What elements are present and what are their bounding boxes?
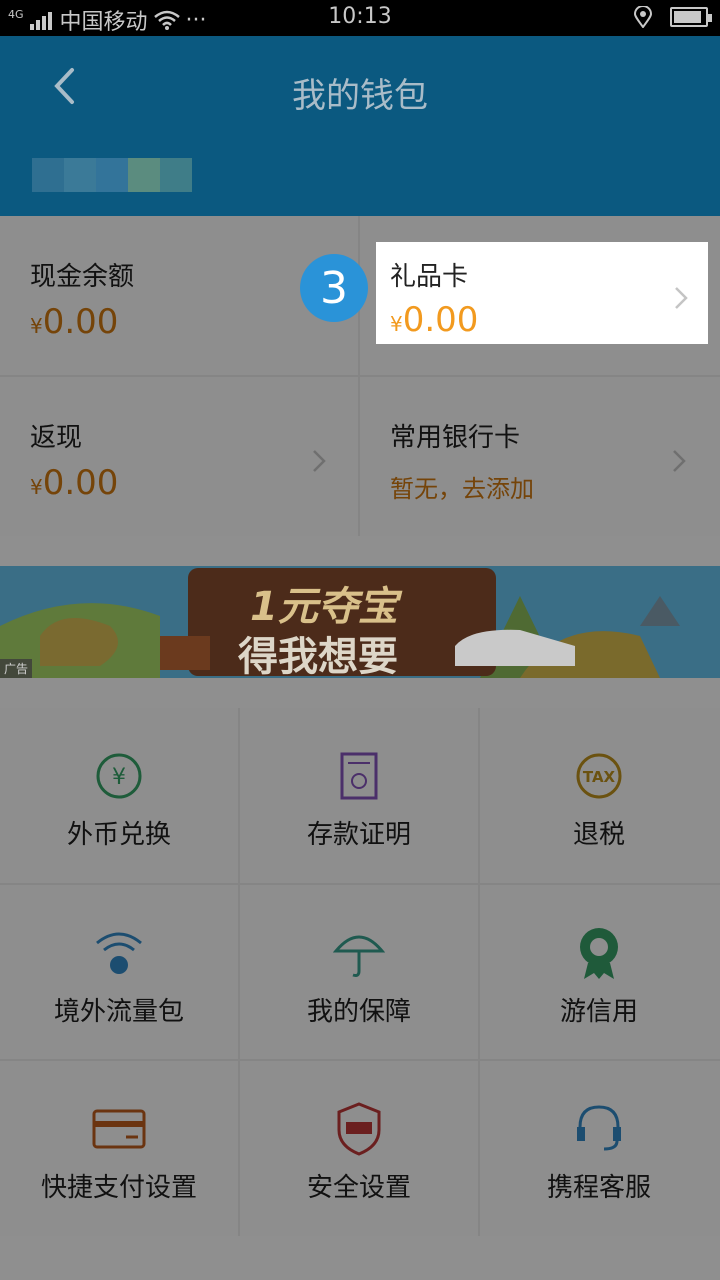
service-label: 存款证明 bbox=[306, 820, 411, 850]
page-title: 我的钱包 bbox=[292, 76, 428, 116]
services-grid: ¥ 外币兑换 存款证明 TAX 退税 境外流量包 我的保障 游信用 快捷支付设置… bbox=[0, 708, 720, 1236]
gift-card-cell[interactable]: 礼品卡 ¥0.00 bbox=[376, 242, 708, 344]
battery-icon bbox=[670, 7, 712, 27]
service-label: 外币兑换 bbox=[66, 820, 171, 850]
card-icon bbox=[91, 1101, 147, 1157]
service-label: 我的保障 bbox=[306, 997, 411, 1027]
service-credit[interactable]: 游信用 bbox=[480, 885, 718, 1060]
bank-card-status: 暂无，去添加 bbox=[390, 475, 534, 503]
cashback-amount: ¥0.00 bbox=[30, 463, 119, 503]
service-security[interactable]: 安全设置 bbox=[240, 1061, 478, 1236]
gift-card-amount: ¥0.00 bbox=[390, 300, 479, 340]
masked-username bbox=[32, 158, 192, 192]
svg-text:¥: ¥ bbox=[112, 765, 126, 790]
service-tax-refund[interactable]: TAX 退税 bbox=[480, 708, 718, 883]
service-protection[interactable]: 我的保障 bbox=[240, 885, 478, 1060]
headset-icon bbox=[571, 1101, 627, 1157]
bank-card-label: 常用银行卡 bbox=[390, 423, 521, 453]
shield-warning-icon bbox=[331, 1101, 387, 1157]
chevron-right-icon bbox=[313, 450, 326, 472]
ad-label: 广告 bbox=[0, 659, 33, 678]
cash-balance-amount: ¥0.00 bbox=[30, 302, 119, 342]
chevron-right-icon bbox=[675, 287, 688, 309]
bank-card-cell[interactable]: 常用银行卡 暂无，去添加 bbox=[360, 377, 718, 536]
wifi-globe-icon bbox=[91, 925, 147, 981]
svg-text:TAX: TAX bbox=[583, 768, 616, 786]
cashback-label: 返现 bbox=[30, 423, 83, 453]
divider bbox=[0, 375, 720, 377]
service-label: 安全设置 bbox=[306, 1173, 411, 1203]
ad-banner[interactable]: 1元夺宝 得我想要 广告 bbox=[0, 566, 720, 678]
service-label: 快捷支付设置 bbox=[40, 1173, 197, 1203]
banner-subheadline: 得我想要 bbox=[238, 634, 398, 678]
service-label: 退税 bbox=[572, 820, 625, 850]
cashback-cell[interactable]: 返现 ¥0.00 bbox=[0, 377, 358, 536]
chevron-right-icon bbox=[673, 450, 686, 472]
currency-exchange-icon: ¥ bbox=[91, 748, 147, 804]
wallet-header: 我的钱包 bbox=[0, 36, 720, 216]
deposit-certificate-icon bbox=[331, 748, 387, 804]
umbrella-icon bbox=[331, 925, 387, 981]
service-quick-pay[interactable]: 快捷支付设置 bbox=[0, 1061, 238, 1236]
service-label: 境外流量包 bbox=[53, 997, 184, 1027]
tutorial-step-badge: 3 bbox=[300, 254, 368, 322]
status-bar: 4G 中国移动 ··· 10:13 bbox=[0, 0, 720, 36]
clock: 10:13 bbox=[328, 4, 392, 29]
service-customer-support[interactable]: 携程客服 bbox=[480, 1061, 718, 1236]
credit-badge-icon bbox=[571, 925, 627, 981]
service-label: 携程客服 bbox=[546, 1173, 651, 1203]
gift-card-label: 礼品卡 bbox=[390, 262, 469, 292]
location-icon bbox=[634, 6, 652, 28]
service-data-package[interactable]: 境外流量包 bbox=[0, 885, 238, 1060]
cash-balance-label: 现金余额 bbox=[30, 262, 135, 292]
service-currency-exchange[interactable]: ¥ 外币兑换 bbox=[0, 708, 238, 883]
tax-icon: TAX bbox=[571, 748, 627, 804]
status-right bbox=[634, 6, 712, 28]
service-deposit-certificate[interactable]: 存款证明 bbox=[240, 708, 478, 883]
service-label: 游信用 bbox=[559, 997, 638, 1027]
